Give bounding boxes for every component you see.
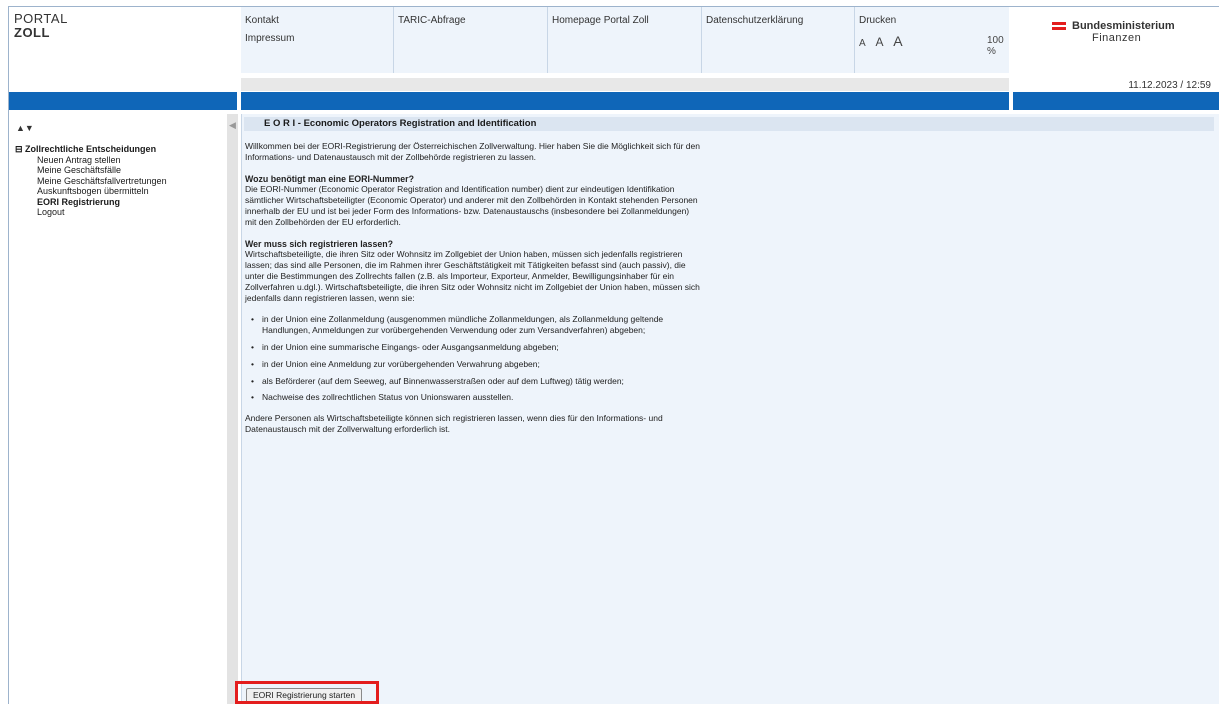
nav-link-homepage[interactable]: Homepage Portal Zoll xyxy=(552,15,649,26)
header-gray-bar xyxy=(241,78,1009,91)
portal-zoll-logo[interactable]: PORTAL ZOLL xyxy=(14,12,68,40)
ministry-name-line1: Bundesministerium xyxy=(1072,20,1175,32)
collapse-sidebar-icon[interactable]: ◀ xyxy=(229,120,236,131)
nav-link-kontakt[interactable]: Kontakt xyxy=(245,15,279,26)
intro-paragraph: Willkommen bei der EORI-Registrierung de… xyxy=(245,141,700,162)
content-footer xyxy=(241,680,1219,704)
font-size-large-button[interactable]: A xyxy=(893,33,902,49)
paragraph-andere: Andere Personen als Wirtschaftsbeteiligt… xyxy=(245,413,663,434)
top-navigation: Kontakt Impressum TARIC-Abfrage Homepage… xyxy=(241,7,1009,73)
sidebar: ▲▼ ⊟ Zollrechtliche Entscheidungen Neuen… xyxy=(9,114,227,704)
heading-wozu: Wozu benötigt man eine EORI-Nummer? xyxy=(245,173,414,184)
ministry-logo[interactable]: Bundesministerium Finanzen xyxy=(1052,20,1175,44)
nav-column-4: Datenschutzerklärung xyxy=(702,7,855,73)
nav-link-impressum[interactable]: Impressum xyxy=(245,33,294,44)
content-body: Willkommen bei der EORI-Registrierung de… xyxy=(245,141,700,446)
ministry-name-line2: Finanzen xyxy=(1092,32,1142,44)
nav-link-taric[interactable]: TARIC-Abfrage xyxy=(398,15,466,26)
list-item: Nachweise des zollrechtlichen Status von… xyxy=(251,392,700,403)
sidebar-item-eori-registrierung[interactable]: EORI Registrierung xyxy=(15,197,167,208)
expand-collapse-icon[interactable]: ▲▼ xyxy=(16,123,34,133)
sidebar-item-geschaeftsfallvertretungen[interactable]: Meine Geschäftsfallvertretungen xyxy=(15,176,167,187)
paragraph-wer: Wirtschaftsbeteiligte, die ihren Sitz od… xyxy=(245,249,700,303)
blue-bar-right xyxy=(1013,92,1219,110)
sidebar-item-neuen-antrag[interactable]: Neuen Antrag stellen xyxy=(15,155,167,166)
sidebar-splitter[interactable] xyxy=(227,114,238,704)
list-item: in der Union eine Anmeldung zur vorüberg… xyxy=(251,359,700,370)
heading-wer: Wer muss sich registrieren lassen? xyxy=(245,238,393,249)
sidebar-item-logout[interactable]: Logout xyxy=(15,207,167,218)
nav-link-drucken[interactable]: Drucken xyxy=(859,15,896,26)
highlight-box xyxy=(235,681,379,704)
paragraph-wozu: Die EORI-Nummer (Economic Operator Regis… xyxy=(245,184,698,227)
sidebar-item-geschaeftsfaelle[interactable]: Meine Geschäftsfälle xyxy=(15,165,167,176)
nav-link-datenschutz[interactable]: Datenschutzerklärung xyxy=(706,15,803,26)
sidebar-item-auskunftsbogen[interactable]: Auskunftsbogen übermitteln xyxy=(15,186,167,197)
austria-flag-icon xyxy=(1052,22,1066,30)
list-item: in der Union eine summarische Eingangs- … xyxy=(251,342,700,353)
requirement-list: in der Union eine Zollanmeldung (ausgeno… xyxy=(245,314,700,403)
blue-bar-left xyxy=(9,92,237,110)
main-content: E O R I - Economic Operators Registratio… xyxy=(241,114,1219,680)
nav-column-3: Homepage Portal Zoll xyxy=(548,7,702,73)
page-title: E O R I - Economic Operators Registratio… xyxy=(244,117,1214,131)
tree-root-zollrechtliche-entscheidungen[interactable]: ⊟ Zollrechtliche Entscheidungen xyxy=(15,144,167,155)
logo-line1: PORTAL xyxy=(14,11,68,26)
zoom-level: 100 % xyxy=(987,35,1004,57)
nav-column-2: TARIC-Abfrage xyxy=(394,7,548,73)
font-size-small-button[interactable]: A xyxy=(859,38,866,49)
blue-bar-center xyxy=(241,92,1009,110)
navigation-tree: ⊟ Zollrechtliche Entscheidungen Neuen An… xyxy=(15,144,167,218)
nav-column-5: Drucken A A A xyxy=(855,7,1009,73)
logo-line2: ZOLL xyxy=(14,25,50,40)
font-size-medium-button[interactable]: A xyxy=(875,35,883,49)
nav-column-1: Kontakt Impressum xyxy=(241,7,394,73)
font-size-controls: A A A xyxy=(859,33,1005,49)
list-item: in der Union eine Zollanmeldung (ausgeno… xyxy=(251,314,700,336)
current-datetime: 11.12.2023 / 12:59 xyxy=(1128,80,1211,91)
list-item: als Beförderer (auf dem Seeweg, auf Binn… xyxy=(251,376,700,387)
